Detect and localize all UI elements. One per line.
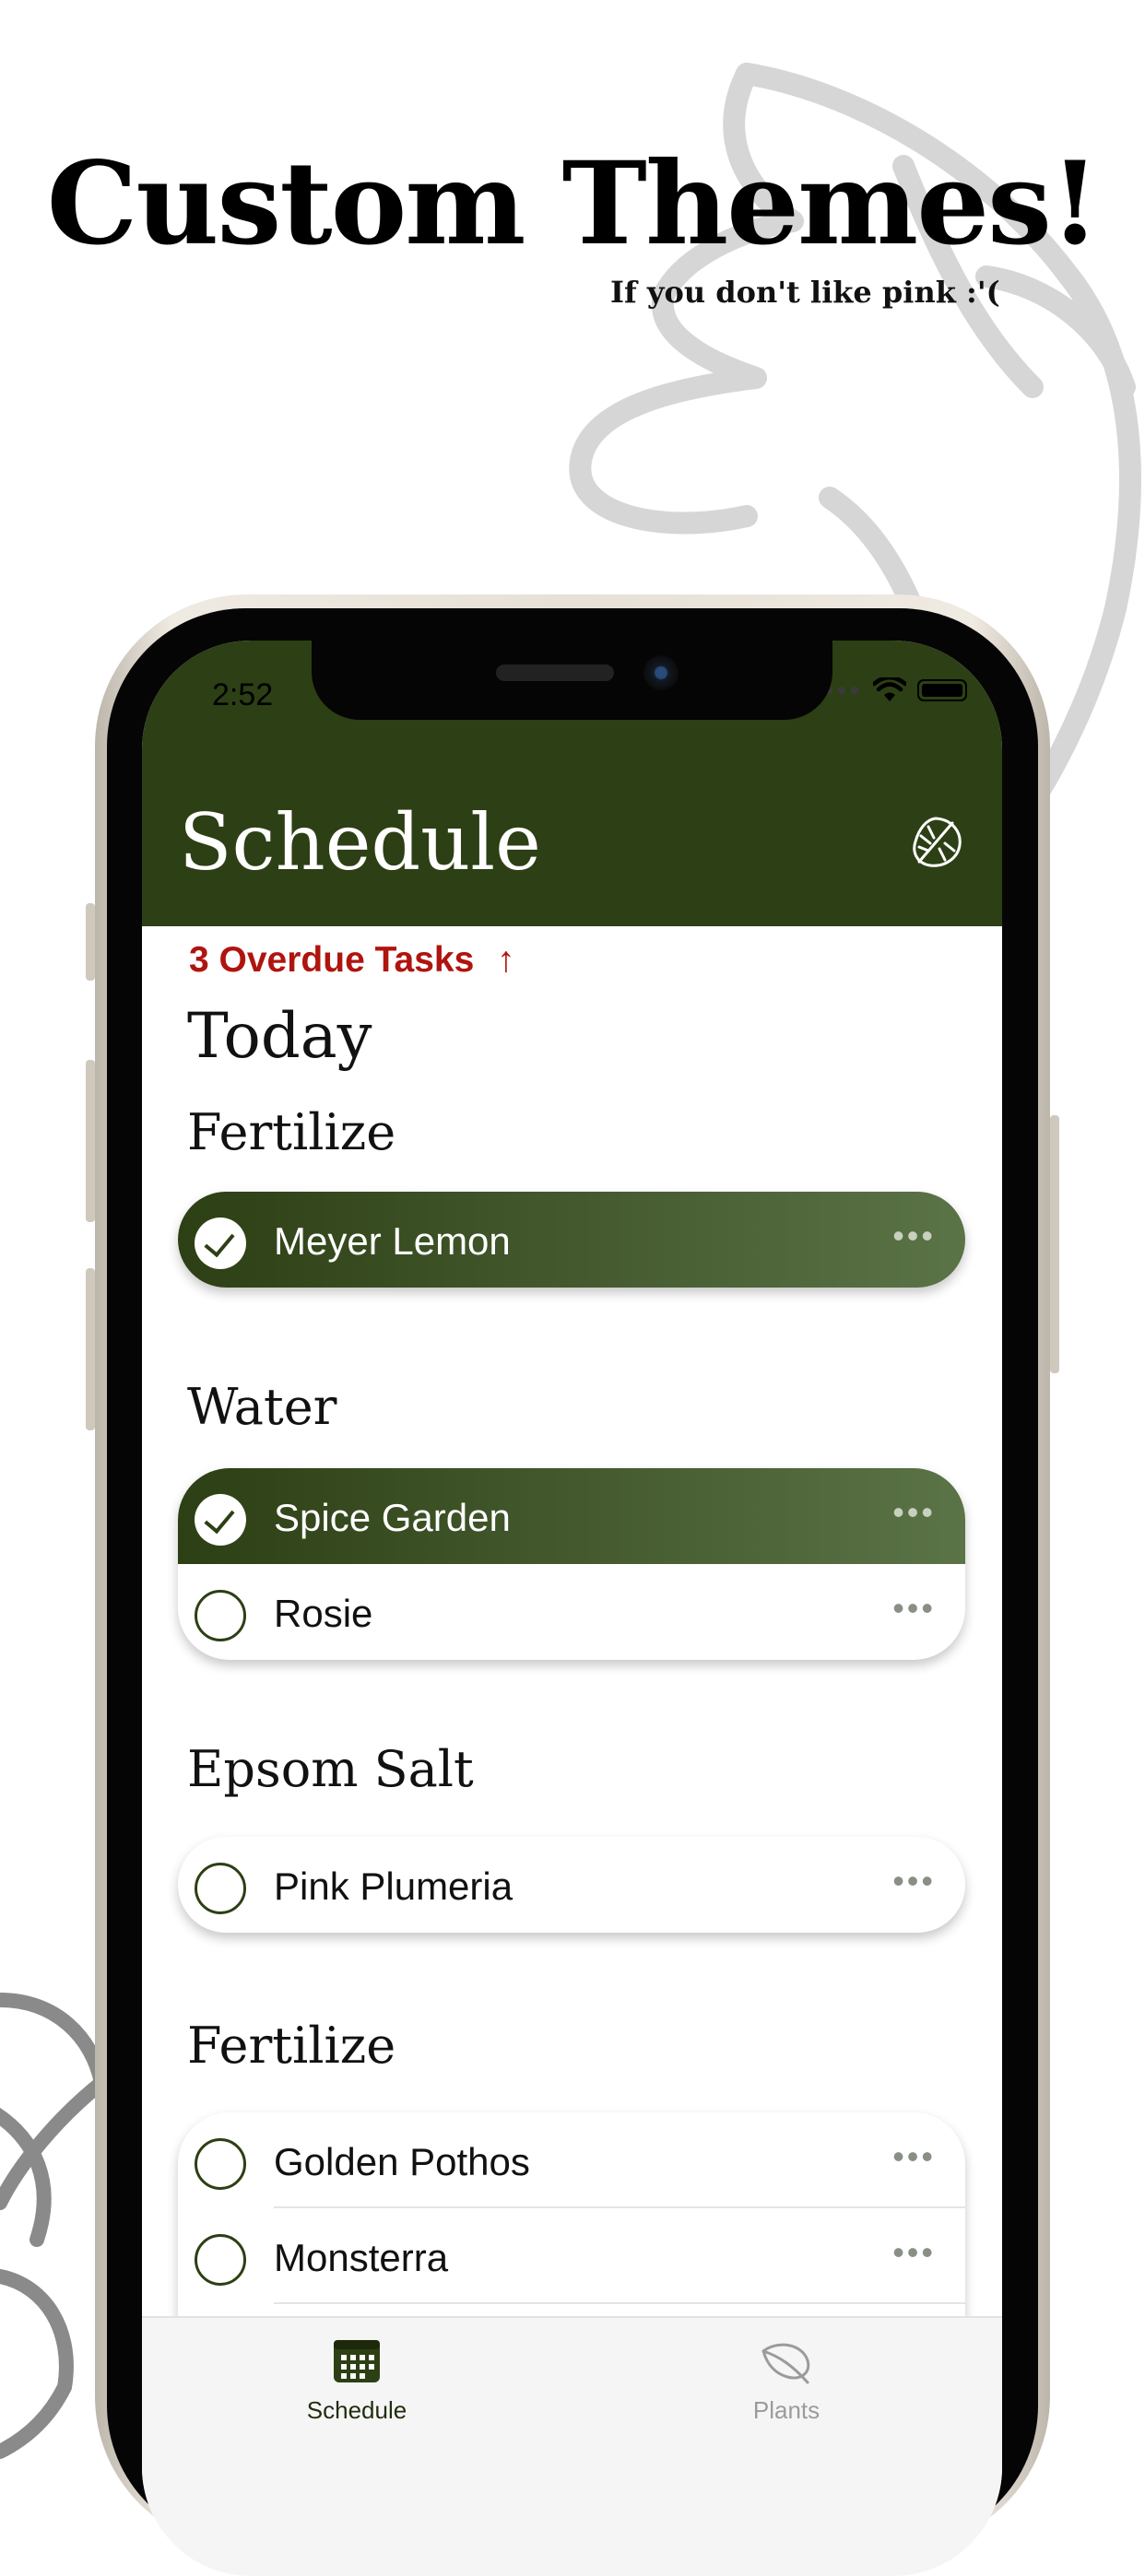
tab-bar: Schedule Plants xyxy=(142,2316,1002,2576)
wifi-icon xyxy=(873,677,906,701)
phone-volume-down-button xyxy=(86,1268,95,1430)
app-screen: 2:52 ●●●● Schedule 3 Overdue Tasks ↑ Tod… xyxy=(142,641,1002,2576)
overdue-tasks-label: 3 Overdue Tasks xyxy=(189,940,475,980)
tab-label: Schedule xyxy=(306,2396,407,2424)
task-row[interactable]: Meyer Lemon ••• xyxy=(178,1192,965,1288)
front-camera xyxy=(643,655,679,690)
tab-schedule[interactable]: Schedule xyxy=(242,2338,472,2425)
more-options-icon[interactable]: ••• xyxy=(892,1219,936,1253)
section-title: Fertilize xyxy=(187,1103,396,1161)
task-name: Spice Garden xyxy=(274,1496,511,1539)
monstera-leaf-icon[interactable] xyxy=(908,814,965,871)
phone-volume-up-button xyxy=(86,1060,95,1222)
task-checkbox[interactable] xyxy=(195,1494,246,1546)
tab-plants[interactable]: Plants xyxy=(671,2338,902,2425)
task-checkbox[interactable] xyxy=(195,1863,246,1914)
calendar-icon xyxy=(334,2340,380,2382)
task-card: Pink Plumeria ••• xyxy=(178,1837,965,1933)
section-title: Epsom Salt xyxy=(187,1740,474,1798)
promo-subline: If you don't like pink :'( xyxy=(610,275,1000,310)
arrow-up-icon: ↑ xyxy=(497,940,515,980)
task-card: Spice Garden ••• Rosie ••• xyxy=(178,1468,965,1660)
task-row[interactable]: Golden Pothos ••• xyxy=(178,2112,965,2208)
more-options-icon[interactable]: ••• xyxy=(892,1496,936,1529)
battery-icon xyxy=(917,679,967,701)
more-options-icon[interactable]: ••• xyxy=(892,2140,936,2173)
phone-side-button xyxy=(86,903,95,981)
phone-notch xyxy=(312,641,832,720)
section-title: Fertilize xyxy=(187,2017,396,2075)
task-row[interactable]: Spice Garden ••• xyxy=(178,1468,965,1564)
task-name: Meyer Lemon xyxy=(274,1219,511,1263)
more-options-icon[interactable]: ••• xyxy=(892,1592,936,1625)
task-name: Monsterra xyxy=(274,2236,449,2279)
task-name: Golden Pothos xyxy=(274,2140,530,2183)
overdue-tasks-link[interactable]: 3 Overdue Tasks ↑ xyxy=(189,940,515,981)
task-checkbox[interactable] xyxy=(195,1590,246,1641)
task-row[interactable]: Pink Plumeria ••• xyxy=(178,1837,965,1933)
section-title: Water xyxy=(187,1378,337,1436)
speaker-grille xyxy=(496,665,614,681)
status-time: 2:52 xyxy=(212,677,274,712)
status-icons: ●●●● xyxy=(810,677,967,703)
page-title: Schedule xyxy=(179,797,541,888)
tab-label: Plants xyxy=(752,2396,820,2424)
leaf-icon xyxy=(761,2343,810,2384)
phone-power-button xyxy=(1050,1115,1059,1373)
task-card: Meyer Lemon ••• xyxy=(178,1192,965,1288)
app-header: 2:52 ●●●● Schedule xyxy=(142,641,1002,926)
more-options-icon[interactable]: ••• xyxy=(892,1864,936,1898)
day-heading: Today xyxy=(187,1000,372,1072)
more-options-icon[interactable]: ••• xyxy=(892,2236,936,2269)
task-checkbox[interactable] xyxy=(195,2234,246,2286)
task-checkbox[interactable] xyxy=(195,2138,246,2190)
task-name: Pink Plumeria xyxy=(274,1864,513,1908)
task-name: Rosie xyxy=(274,1592,373,1635)
task-row[interactable]: Rosie ••• xyxy=(178,1564,965,1660)
promo-headline: Custom Themes! xyxy=(46,137,1101,271)
task-row[interactable]: Monsterra ••• xyxy=(178,2208,965,2304)
task-checkbox[interactable] xyxy=(195,1217,246,1269)
